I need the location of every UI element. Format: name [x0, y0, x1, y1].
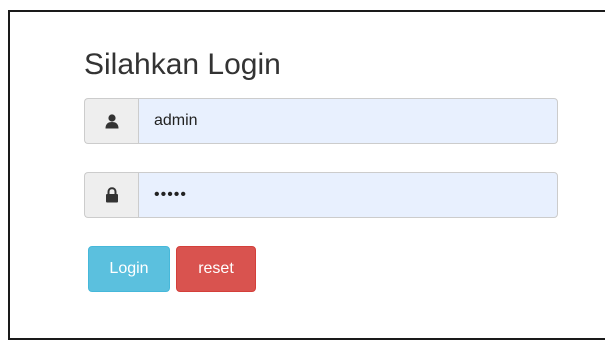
login-button[interactable]: Login [88, 246, 170, 292]
username-input[interactable] [138, 98, 558, 144]
reset-button[interactable]: reset [176, 246, 256, 292]
password-input[interactable] [138, 172, 558, 218]
lock-icon [84, 172, 138, 218]
user-icon [84, 98, 138, 144]
login-title: Silahkan Login [84, 48, 281, 81]
username-group [84, 98, 558, 144]
password-group [84, 172, 558, 218]
